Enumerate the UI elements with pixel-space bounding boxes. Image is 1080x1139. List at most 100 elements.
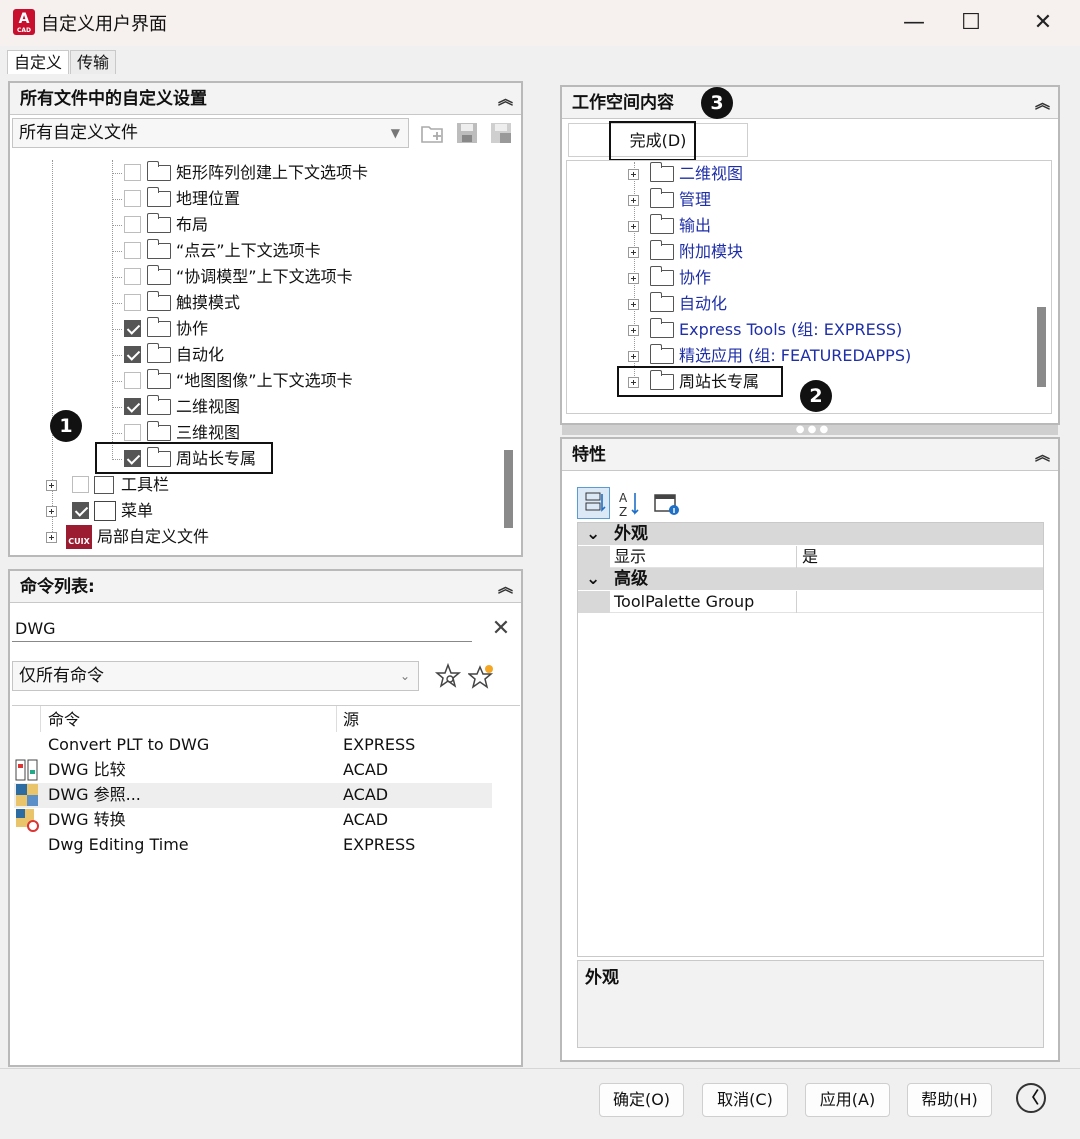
alphabetical-sort-icon[interactable]: AZ <box>615 489 643 519</box>
autocad-app-icon: A CAD <box>13 9 35 35</box>
panel-header: 工作空间内容 ︽ <box>562 87 1058 119</box>
window-title: 自定义用户界面 <box>41 14 167 35</box>
checkbox[interactable] <box>124 164 141 181</box>
cuix-file-icon: CUIX <box>66 525 92 549</box>
command-row-name[interactable]: DWG 参照... <box>48 782 141 807</box>
save-as-icon[interactable] <box>488 121 514 145</box>
collapse-chevron-icon[interactable]: ⌄ <box>586 523 600 545</box>
open-file-icon[interactable] <box>420 121 446 145</box>
property-category-appearance[interactable]: ⌄ 外观 <box>578 523 1043 545</box>
property-row-toolpalette-group[interactable]: ToolPalette Group <box>578 591 1043 613</box>
maximize-button[interactable]: ☐ <box>948 6 994 40</box>
folder-icon <box>147 187 171 207</box>
collapse-icon[interactable]: ︽ <box>1035 439 1050 471</box>
folder-icon <box>650 344 674 364</box>
category-label: 高级 <box>614 569 648 589</box>
expand-icon[interactable] <box>46 480 57 491</box>
command-row-name[interactable]: Dwg Editing Time <box>48 832 189 857</box>
collapse-icon[interactable]: ︽ <box>498 83 513 115</box>
file-select-value: 所有自定义文件 <box>19 123 138 143</box>
property-row-display[interactable]: 显示 是 <box>578 546 1043 568</box>
minimize-button[interactable]: — <box>891 6 937 40</box>
save-icon[interactable] <box>454 121 480 145</box>
description-title: 外观 <box>585 968 619 988</box>
checkbox[interactable] <box>72 476 89 493</box>
collapse-dialog-icon[interactable]: 〈 <box>1016 1083 1046 1113</box>
checkbox[interactable] <box>124 294 141 311</box>
folder-icon <box>147 161 171 181</box>
collapse-icon[interactable]: ︽ <box>1035 87 1050 119</box>
expand-icon[interactable] <box>628 169 639 180</box>
checkbox[interactable] <box>124 320 141 337</box>
column-header-source[interactable]: 源 <box>343 707 359 732</box>
tab-customize[interactable]: 自定义 <box>7 50 70 74</box>
workspace-scrollbar-thumb[interactable] <box>1037 307 1046 387</box>
customizations-tree <box>12 158 520 553</box>
help-button[interactable]: 帮助(H) <box>907 1083 992 1117</box>
collapse-chevron-icon[interactable]: ⌄ <box>586 568 600 590</box>
new-star-icon[interactable] <box>466 662 496 690</box>
expand-icon[interactable] <box>628 195 639 206</box>
command-row-name[interactable]: Convert PLT to DWG <box>48 732 209 757</box>
expand-icon[interactable] <box>628 247 639 258</box>
tab-transfer[interactable]: 传输 <box>70 50 117 74</box>
checkbox[interactable] <box>124 268 141 285</box>
command-filter-select[interactable]: 仅所有命令 ⌄ <box>12 661 419 691</box>
expand-icon[interactable] <box>46 532 57 543</box>
expand-icon[interactable] <box>628 273 639 284</box>
collapse-icon[interactable]: ︽ <box>498 571 513 603</box>
command-row-source[interactable]: EXPRESS <box>343 832 415 857</box>
property-key: 显示 <box>614 547 647 566</box>
command-row-source[interactable]: EXPRESS <box>343 732 415 757</box>
tree-item-label: 协作 <box>679 268 712 287</box>
property-pages-icon[interactable] <box>652 489 682 519</box>
column-header-command[interactable]: 命令 <box>48 707 80 732</box>
callout-2: 2 <box>800 380 832 412</box>
tree-item-label: 工具栏 <box>121 475 170 494</box>
property-description-box: 外观 <box>577 960 1044 1048</box>
checkbox[interactable] <box>124 346 141 363</box>
checkbox[interactable] <box>124 242 141 259</box>
folder-icon <box>650 266 674 286</box>
tree-item-label: 自动化 <box>176 345 225 364</box>
tree-item-label: 输出 <box>679 216 712 235</box>
command-row-source[interactable]: ACAD <box>343 757 388 782</box>
checkbox[interactable] <box>124 190 141 207</box>
customization-file-select[interactable]: 所有自定义文件 ▼ <box>12 118 409 148</box>
command-row-source[interactable]: ACAD <box>343 782 388 807</box>
expand-icon[interactable] <box>46 506 57 517</box>
star-filter-icon[interactable] <box>434 662 462 690</box>
checkbox[interactable] <box>124 216 141 233</box>
expand-icon[interactable] <box>628 325 639 336</box>
dwg-compare-icon <box>15 758 39 782</box>
cancel-button[interactable]: 取消(C) <box>702 1083 788 1117</box>
property-value[interactable]: 是 <box>802 546 818 568</box>
expand-icon[interactable] <box>628 351 639 362</box>
property-category-advanced[interactable]: ⌄ 高级 <box>578 568 1043 590</box>
checkbox[interactable] <box>72 502 89 519</box>
expand-icon[interactable] <box>628 299 639 310</box>
highlight-box-workspace-tree <box>617 366 783 397</box>
apply-button[interactable]: 应用(A) <box>805 1083 890 1117</box>
command-search-input[interactable]: DWG <box>12 615 472 642</box>
command-row-name[interactable]: DWG 比较 <box>48 757 126 782</box>
folder-icon <box>147 265 171 285</box>
tree-item-label: 地理位置 <box>176 189 241 208</box>
command-row-name[interactable]: DWG 转换 <box>48 807 126 832</box>
callout-3: 3 <box>701 87 733 119</box>
menu-icon <box>94 501 116 521</box>
clear-search-icon[interactable]: ✕ <box>488 616 514 642</box>
category-label: 外观 <box>614 524 648 544</box>
splitter-grip-icon[interactable]: ● ● ● <box>792 425 832 435</box>
categorized-view-icon[interactable] <box>577 487 610 519</box>
panel-header: 所有文件中的自定义设置 ︽ <box>10 83 521 115</box>
expand-icon[interactable] <box>628 221 639 232</box>
close-button[interactable]: ✕ <box>1020 6 1066 40</box>
command-row-source[interactable]: ACAD <box>343 807 388 832</box>
tree-scrollbar-thumb[interactable] <box>504 450 513 528</box>
checkbox[interactable] <box>124 398 141 415</box>
checkbox[interactable] <box>124 424 141 441</box>
tree-item-label: 附加模块 <box>679 242 744 261</box>
ok-button[interactable]: 确定(O) <box>599 1083 684 1117</box>
checkbox[interactable] <box>124 372 141 389</box>
